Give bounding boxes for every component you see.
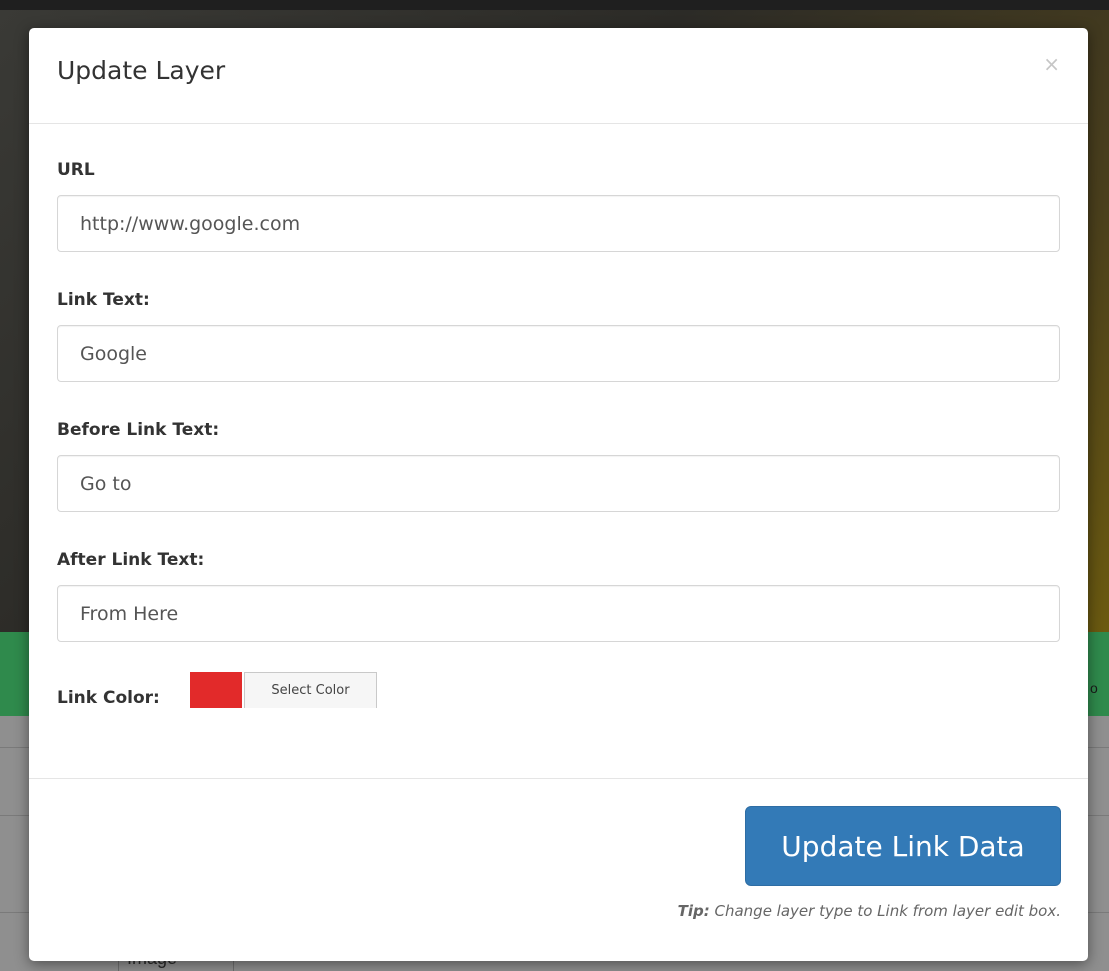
update-link-data-button[interactable]: Update Link Data — [745, 806, 1061, 886]
modal-footer-divider — [29, 778, 1088, 779]
before-link-text-input[interactable] — [57, 455, 1060, 512]
background-text-fragment: o — [1090, 680, 1098, 696]
background-top-bar — [0, 0, 1109, 10]
tip-prefix: Tip: — [677, 902, 710, 920]
color-swatch[interactable] — [190, 672, 242, 708]
modal-title: Update Layer — [57, 56, 226, 85]
link-text-label: Link Text: — [57, 290, 150, 310]
modal-header: Update Layer × — [29, 28, 1088, 124]
link-text-input[interactable] — [57, 325, 1060, 382]
link-color-label: Link Color: — [57, 688, 160, 708]
select-color-button[interactable]: Select Color — [244, 672, 377, 708]
before-link-text-label: Before Link Text: — [57, 420, 220, 440]
close-icon[interactable]: × — [1043, 54, 1060, 74]
tip-body: Change layer type to Link from layer edi… — [709, 902, 1061, 920]
after-link-text-label: After Link Text: — [57, 550, 205, 570]
after-link-text-input[interactable] — [57, 585, 1060, 642]
update-layer-modal: Update Layer × URL Link Text: Before Lin… — [29, 28, 1088, 961]
url-input[interactable] — [57, 195, 1060, 252]
tip-text: Tip: Change layer type to Link from laye… — [678, 902, 1061, 920]
url-label: URL — [57, 160, 95, 180]
